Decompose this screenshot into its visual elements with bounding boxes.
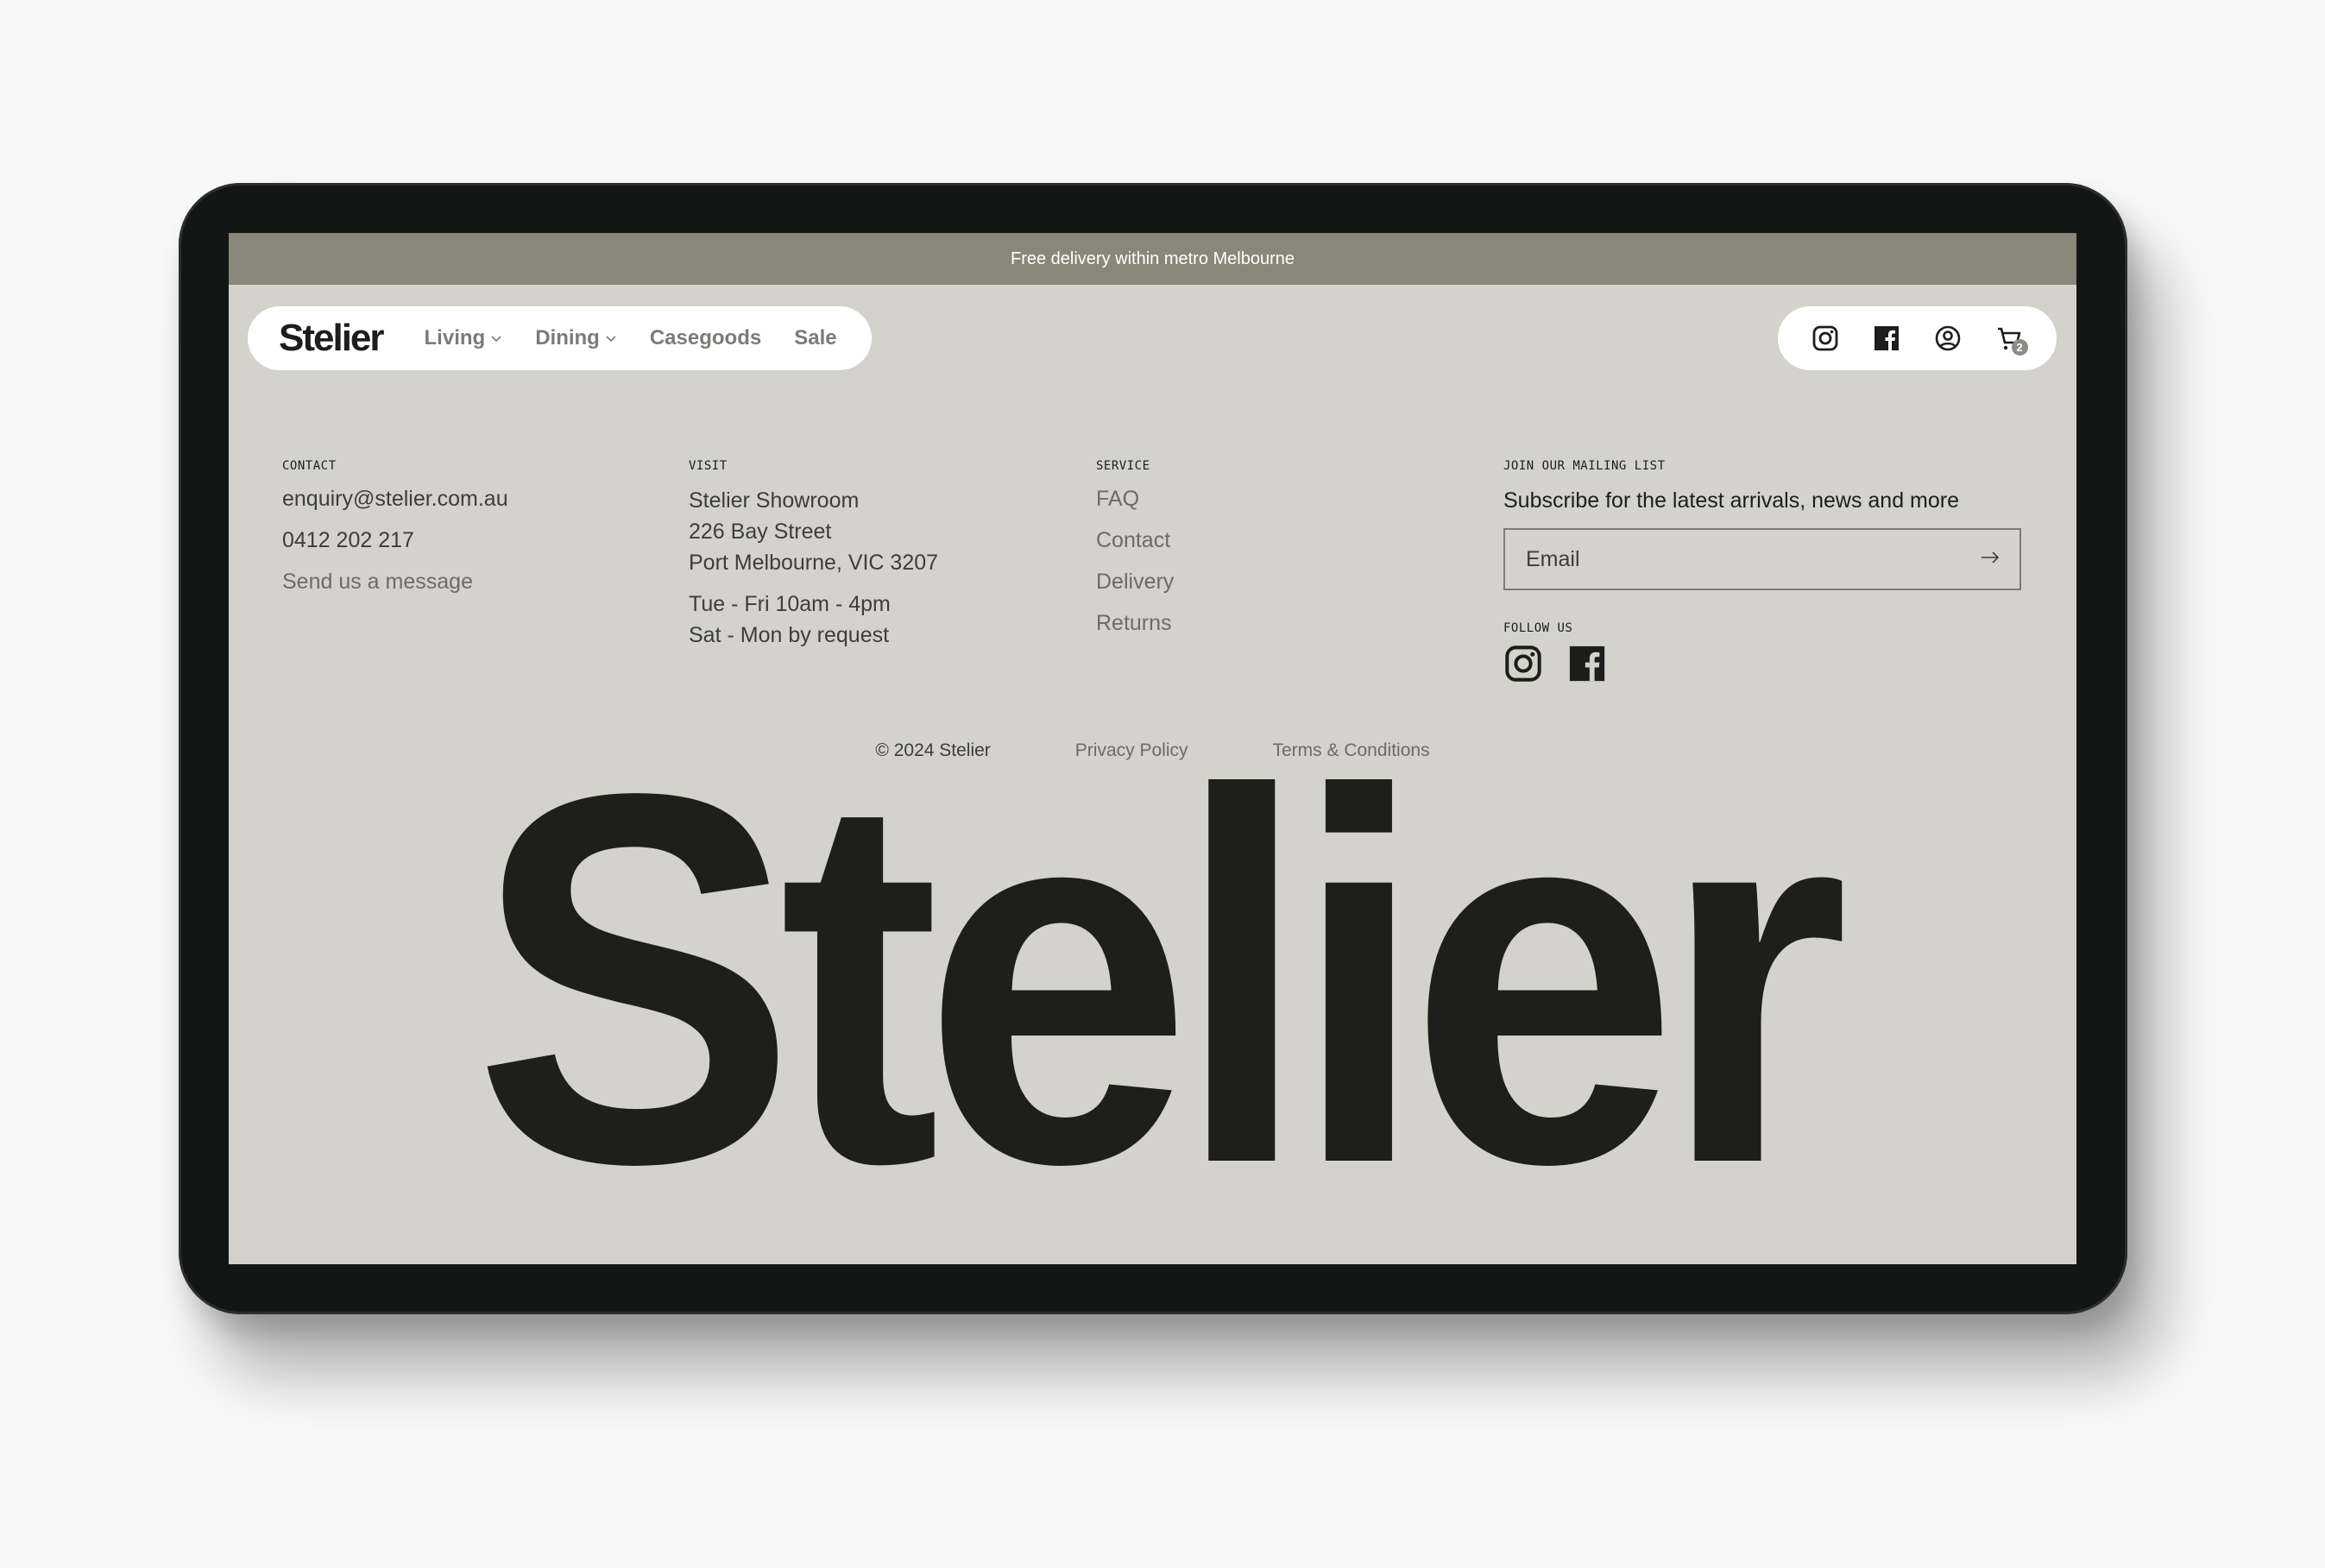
facebook-icon <box>1569 645 1605 682</box>
instagram-icon <box>1505 645 1541 682</box>
contact-email[interactable]: enquiry@stelier.com.au <box>282 478 508 520</box>
nav-label: Living <box>424 326 486 349</box>
footer-instagram-link[interactable] <box>1503 644 1543 688</box>
footer-visit-column: VISIT Stelier Showroom 226 Bay Street Po… <box>689 459 938 651</box>
email-form <box>1503 528 2021 590</box>
facebook-icon <box>1874 326 1900 350</box>
instagram-button[interactable] <box>1810 323 1841 354</box>
instagram-icon <box>1812 325 1838 351</box>
cart-count-badge: 2 <box>2011 339 2028 356</box>
chevron-down-icon <box>491 336 501 343</box>
announcement-banner: Free delivery within metro Melbourne <box>229 233 2076 285</box>
mailing-heading: JOIN OUR MAILING LIST <box>1503 459 1666 473</box>
contact-phone[interactable]: 0412 202 217 <box>282 520 508 561</box>
logo[interactable]: Stelier <box>279 317 385 360</box>
visit-heading: VISIT <box>689 459 728 473</box>
cart-button[interactable]: 2 <box>1994 323 2028 356</box>
email-input[interactable] <box>1524 545 1980 573</box>
chevron-down-icon <box>606 336 616 343</box>
service-link-faq[interactable]: FAQ <box>1096 478 1174 520</box>
subscribe-text: Subscribe for the latest arrivals, news … <box>1503 488 1960 513</box>
service-link-returns[interactable]: Returns <box>1096 602 1174 644</box>
main-nav: Stelier Living Dining Casegoods Sale <box>248 306 872 370</box>
address-line: Stelier Showroom <box>689 488 860 513</box>
service-link-delivery[interactable]: Delivery <box>1096 561 1174 602</box>
footer-wordmark: Stelier <box>473 685 1849 1264</box>
hours-line: Sat - Mon by request <box>689 623 890 647</box>
follow-heading: FOLLOW US <box>1503 621 1573 635</box>
address-line: Port Melbourne, VIC 3207 <box>689 551 939 575</box>
send-message-link[interactable]: Send us a message <box>282 561 508 602</box>
nav-item-dining[interactable]: Dining <box>535 326 617 350</box>
banner-text: Free delivery within metro Melbourne <box>1010 249 1295 268</box>
service-heading: SERVICE <box>1096 459 1150 473</box>
nav-item-casegoods[interactable]: Casegoods <box>650 326 761 350</box>
footer-mailing-column: JOIN OUR MAILING LIST Subscribe for the … <box>1503 459 2021 688</box>
submit-email-button[interactable] <box>1980 551 2001 569</box>
header-actions: 2 <box>1778 306 2057 370</box>
hours-line: Tue - Fri 10am - 4pm <box>689 592 891 616</box>
nav-item-living[interactable]: Living <box>425 326 503 350</box>
footer-facebook-link[interactable] <box>1567 644 1607 688</box>
footer-contact-column: CONTACT enquiry@stelier.com.au 0412 202 … <box>282 459 508 602</box>
address-line: 226 Bay Street <box>689 520 832 544</box>
footer-service-column: SERVICE FAQ Contact Delivery Returns <box>1096 459 1174 644</box>
social-links <box>1503 644 2021 688</box>
contact-heading: CONTACT <box>282 459 337 473</box>
nav-item-sale[interactable]: Sale <box>794 326 836 350</box>
account-icon <box>1935 325 1961 351</box>
screen: Free delivery within metro Melbourne Ste… <box>229 233 2076 1264</box>
nav-label: Casegoods <box>649 326 762 349</box>
nav-label: Sale <box>794 326 837 349</box>
nav-label: Dining <box>535 326 600 349</box>
service-link-contact[interactable]: Contact <box>1096 520 1174 561</box>
arrow-right-icon <box>1982 551 2000 564</box>
facebook-button[interactable] <box>1871 323 1902 354</box>
account-button[interactable] <box>1932 323 1963 354</box>
